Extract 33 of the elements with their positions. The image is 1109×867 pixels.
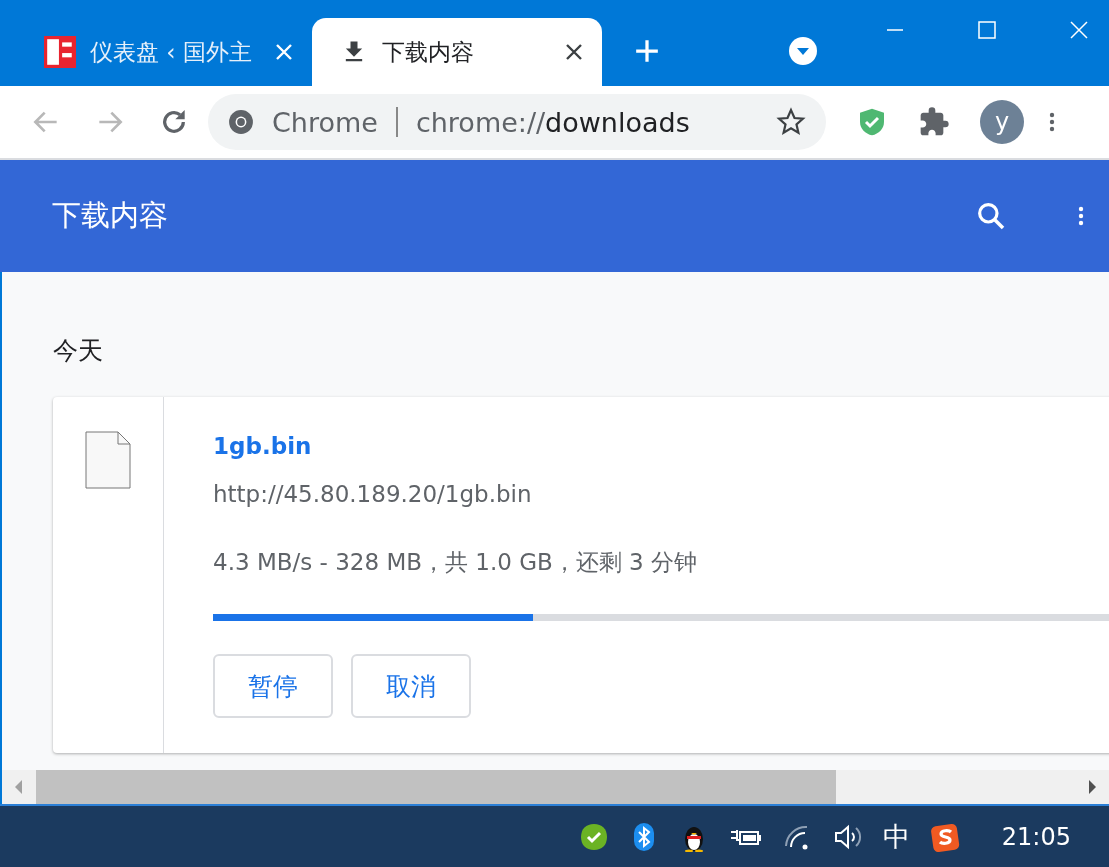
scroll-right-icon[interactable] [1087, 779, 1097, 795]
new-tab-icon[interactable] [634, 38, 660, 64]
profile-avatar[interactable]: y [980, 100, 1024, 144]
address-bar[interactable]: Chrome chrome://downloads [208, 94, 826, 150]
file-name-link[interactable]: 1gb.bin [213, 433, 312, 459]
tab-title: 下载内容 [382, 37, 475, 67]
scrollbar-thumb[interactable] [36, 770, 836, 804]
bookmark-star-icon[interactable] [776, 107, 806, 137]
tab-search-icon[interactable] [788, 36, 818, 66]
close-icon[interactable] [1069, 20, 1089, 40]
site-label: Chrome [272, 106, 378, 138]
tab-title: 仪表盘 ‹ 国外主 [90, 37, 253, 67]
download-status: 4.3 MB/s - 328 MB，共 1.0 GB，还剩 3 分钟 [213, 548, 699, 577]
file-icon [85, 431, 131, 489]
date-heading: 今天 [53, 335, 104, 367]
horizontal-scrollbar[interactable] [0, 770, 1109, 804]
clock-time[interactable]: 21:05 [1001, 822, 1071, 851]
action-button[interactable]: 取消 [351, 654, 471, 718]
search-icon[interactable] [975, 200, 1007, 232]
action-button[interactable]: 暂停 [213, 654, 333, 718]
url-text: chrome://downloads [415, 106, 691, 138]
browser-tab[interactable]: 下载内容 [312, 18, 602, 86]
check-badge-icon[interactable] [578, 821, 609, 852]
maximize-icon[interactable] [977, 20, 997, 40]
browser-tab[interactable]: 仪表盘 ‹ 国外主 [30, 18, 312, 86]
puzzle-icon[interactable] [918, 106, 950, 138]
s-logo-icon[interactable] [929, 821, 960, 852]
input-method-indicator[interactable]: 中 [882, 818, 910, 855]
file-url: http://45.80.189.20/1gb.bin [213, 481, 533, 507]
chrome-logo-icon [228, 109, 254, 135]
close-tab-icon[interactable] [564, 42, 584, 62]
site-favicon-icon [44, 36, 76, 68]
page-title: 下载内容 [52, 197, 169, 234]
